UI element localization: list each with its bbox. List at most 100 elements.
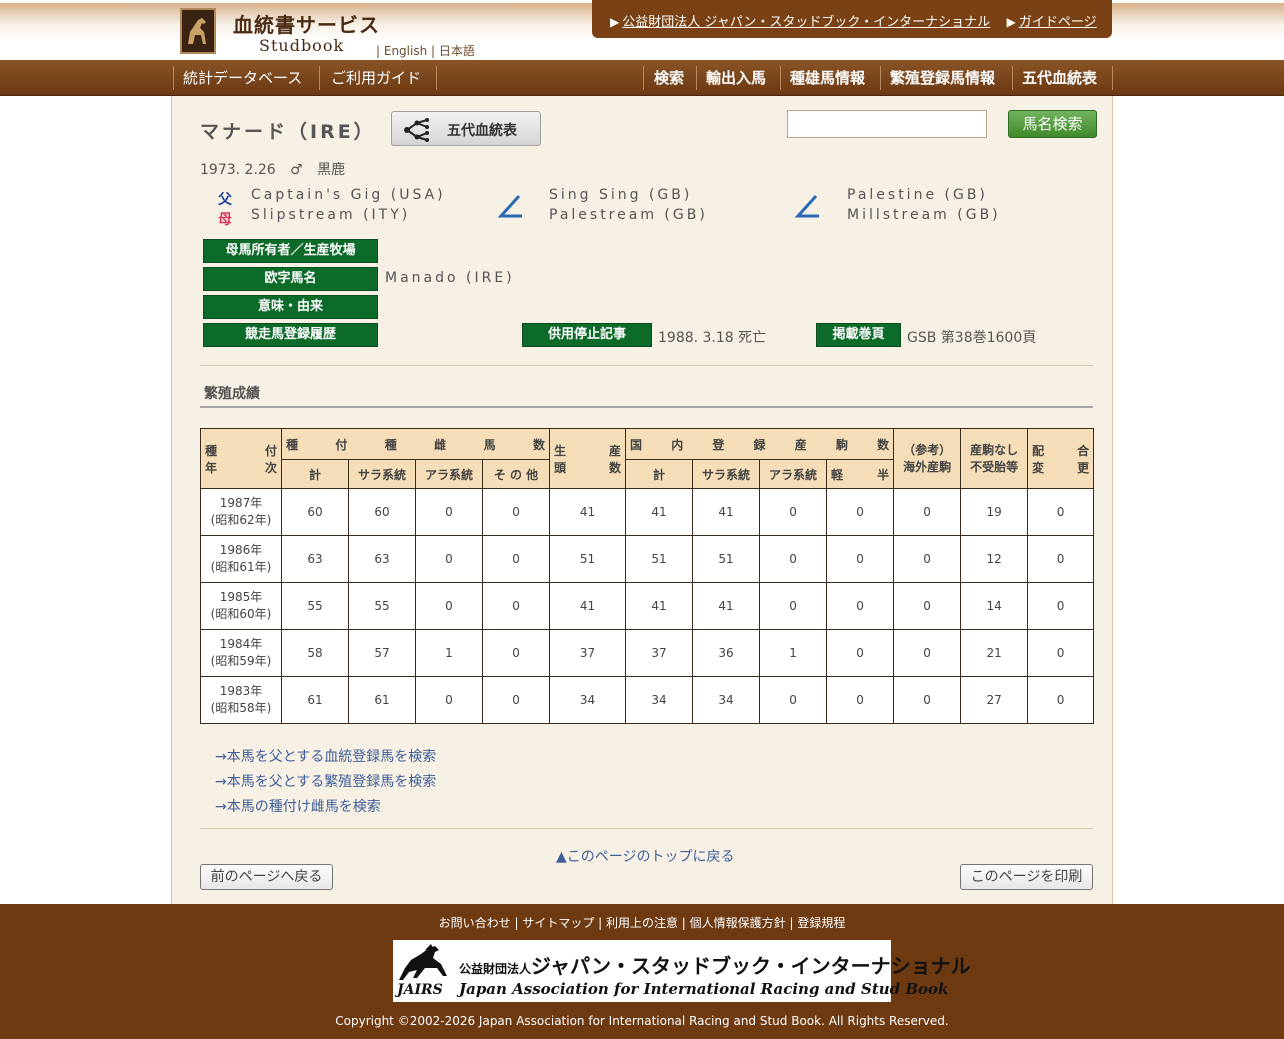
value-cell: 0	[1027, 582, 1095, 630]
guide-link[interactable]: ガイドページ	[1019, 15, 1097, 30]
breeding-record-table: 種付 年次 種付種雌馬数 生産 頭数 国内登録産駒数 （参考） 海外産駒 産駒な…	[200, 428, 1095, 724]
value-cell: 0	[826, 488, 895, 536]
header-mares-bred: 種付種雌馬数	[280, 428, 551, 460]
value-cell: 58	[281, 629, 349, 677]
table-row: 1984年 (昭和59年) 58 57 1 0 37 37 36 1 0 0 21 0	[200, 629, 1095, 677]
angle-icon	[497, 194, 522, 218]
angle-icon	[794, 194, 819, 218]
nav-usage-guide[interactable]: ご利用ガイド	[331, 60, 421, 96]
value-cell: 34	[549, 676, 627, 724]
nav-broodmare-info[interactable]: 繁殖登録馬情報	[890, 60, 995, 96]
section-underline	[200, 406, 1093, 408]
footer-links[interactable]: お問い合わせ | サイトマップ | 利用上の注意 | 個人情報保護方針 | 登録…	[0, 914, 1284, 931]
nav-divider	[643, 66, 644, 90]
header-breeding-year: 種付 年次	[200, 428, 282, 489]
nav-divider	[436, 66, 437, 90]
value-cell: 0	[415, 488, 483, 536]
value-cell: 0	[481, 676, 551, 724]
value-cell: 0	[826, 676, 895, 724]
value-cell: 0	[481, 488, 551, 536]
value-cell: 37	[549, 629, 627, 677]
value-cell: 0	[893, 676, 962, 724]
value-cell: 14	[960, 582, 1029, 630]
page-top-link[interactable]: ▲このページのトップに戻る	[556, 846, 735, 866]
value-cell: 61	[348, 676, 416, 724]
related-search-links: →本馬を父とする血統登録馬を検索 →本馬を父とする繁殖登録馬を検索 →本馬の種付…	[215, 745, 436, 820]
value-cell: 0	[415, 582, 483, 630]
nav-import-export[interactable]: 輸出入馬	[706, 60, 766, 96]
value-cell: 0	[759, 676, 828, 724]
site-subtitle: Studbook	[259, 36, 345, 55]
horse-name-search-button[interactable]: 馬名検索	[1008, 110, 1097, 138]
lang-english-link[interactable]: English	[384, 44, 427, 58]
value-cell: 34	[625, 676, 694, 724]
five-gen-pedigree-button[interactable]: 五代血統表	[391, 111, 541, 146]
horse-name: マナード（IRE）	[200, 121, 376, 143]
value-cell: 21	[960, 629, 1029, 677]
divider	[200, 828, 1093, 829]
triangle-right-icon: ▶	[1006, 15, 1016, 29]
sire-dam-name: Palestream (GB)	[549, 207, 708, 223]
lang-japanese-link[interactable]: 日本語	[439, 44, 475, 58]
value-cell: 55	[348, 582, 416, 630]
nav-divider	[1012, 66, 1013, 90]
sire-sire-name: Sing Sing (GB)	[549, 187, 693, 203]
nav-divider	[1112, 66, 1113, 90]
org-bar: ▶ 公益財団法人 ジャパン・スタッドブック・インターナショナル ▶ ガイドページ	[592, 0, 1112, 38]
table-row: 1987年 (昭和62年) 60 60 0 0 41 41 41 0 0 0 19 0	[200, 488, 1095, 536]
copyright: Copyright ©2002-2026 Japan Association f…	[335, 1014, 949, 1028]
horse-logo-icon[interactable]	[180, 8, 216, 54]
header-thoroughbred: サラ系統	[348, 459, 416, 489]
nav-stats-database[interactable]: 統計データベース	[183, 60, 302, 96]
header-foals-born: 生産 頭数	[549, 428, 627, 489]
jairs-logo[interactable]: JAIRS 公益財団法人ジャパン・スタッドブック・インターナショナル Japan…	[393, 940, 971, 1002]
search-bred-mares-link[interactable]: →本馬の種付け雌馬を検索	[215, 795, 436, 820]
year-cell: 1984年 (昭和59年)	[200, 629, 282, 677]
birth-date: 1973. 2.26	[200, 162, 276, 178]
header-no-foal: 産駒なし 不受胎等	[960, 428, 1029, 489]
value-cell: 19	[960, 488, 1029, 536]
retirement-value: 1988. 3.18 死亡	[658, 330, 767, 346]
site-title[interactable]: 血統書サービス	[233, 9, 380, 38]
header-domestic-arab: アラ系統	[759, 459, 828, 489]
value-cell: 41	[625, 488, 694, 536]
site-header: 血統書サービス Studbook | English | 日本語 ▶ 公益財団法人…	[0, 0, 1284, 60]
horse-name-search-input[interactable]	[787, 110, 987, 138]
nav-five-gen-pedigree[interactable]: 五代血統表	[1022, 60, 1097, 96]
year-cell: 1983年 (昭和58年)	[200, 676, 282, 724]
dam-dam-name: Millstream (GB)	[847, 207, 1001, 223]
value-cell: 0	[826, 535, 895, 583]
search-progeny-pedigree-link[interactable]: →本馬を父とする血統登録馬を検索	[215, 745, 436, 770]
header-total: 計	[281, 459, 349, 489]
dam-label: 母	[218, 212, 232, 228]
header-domestic-total: 計	[625, 459, 694, 489]
value-cell: 0	[759, 488, 828, 536]
value-cell: 0	[1027, 676, 1095, 724]
five-gen-pedigree-label: 五代血統表	[447, 123, 517, 139]
nav-stallion-info[interactable]: 種雄馬情報	[790, 60, 865, 96]
nav-divider	[696, 66, 697, 90]
pedigree-tree-icon	[404, 118, 429, 142]
birth-info: 1973. 2.26 ♂ 黒鹿	[200, 159, 355, 179]
value-cell: 0	[481, 535, 551, 583]
value-cell: 0	[759, 582, 828, 630]
table-row: 1983年 (昭和58年) 61 61 0 0 34 34 34 0 0 0 27 0	[200, 676, 1095, 724]
value-cell: 0	[415, 676, 483, 724]
value-cell: 51	[692, 535, 761, 583]
value-cell: 1	[415, 629, 483, 677]
header-domestic-thoroughbred: サラ系統	[692, 459, 761, 489]
search-progeny-broodmare-link[interactable]: →本馬を父とする繁殖登録馬を検索	[215, 770, 436, 795]
value-cell: 34	[692, 676, 761, 724]
site-footer: お問い合わせ | サイトマップ | 利用上の注意 | 個人情報保護方針 | 登録…	[0, 904, 1284, 1039]
print-button[interactable]: このページを印刷	[960, 864, 1093, 890]
value-cell: 61	[281, 676, 349, 724]
nav-search[interactable]: 検索	[654, 60, 684, 96]
retirement-label: 供用停止記事	[522, 323, 652, 347]
male-icon: ♂	[290, 162, 303, 178]
header-half-blood: 軽半	[826, 459, 895, 489]
nav-divider	[880, 66, 881, 90]
value-cell: 41	[692, 488, 761, 536]
back-button[interactable]: 前のページへ戻る	[200, 864, 333, 890]
org-link[interactable]: 公益財団法人 ジャパン・スタッドブック・インターナショナル	[622, 15, 990, 30]
value-cell: 41	[625, 582, 694, 630]
